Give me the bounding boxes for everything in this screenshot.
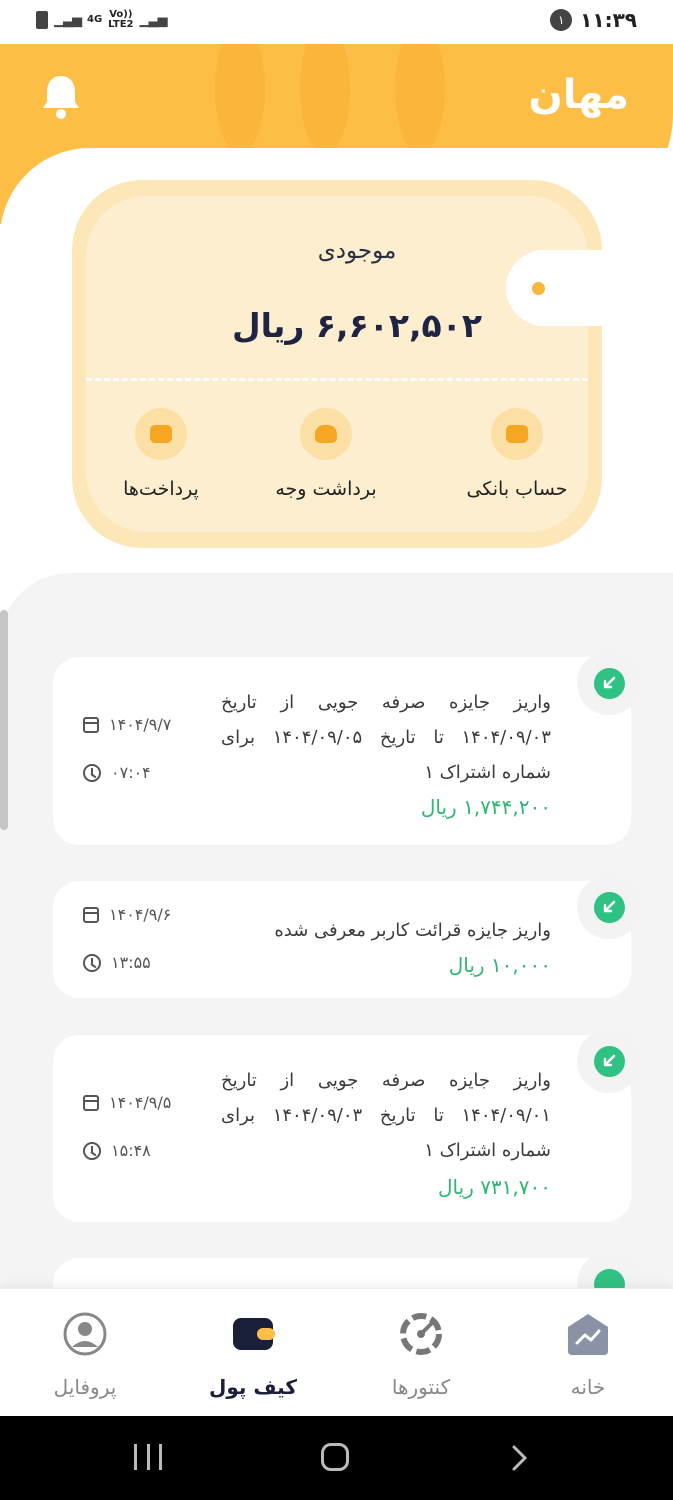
calendar-icon <box>83 1094 99 1111</box>
bank-account-button[interactable]: حساب بانکی <box>442 408 592 500</box>
wallet-card: موجودی ۶,۶۰۲,۵۰۲ ریال حساب بانکی برداشت … <box>72 180 614 548</box>
transaction-time-value: ۱۳:۵۵ <box>111 953 151 972</box>
app-logo: مهان <box>528 72 629 118</box>
network-volte: Vo)) LTE2 <box>108 10 133 30</box>
recent-apps-icon[interactable] <box>134 1444 162 1470</box>
nav-home-label: خانه <box>570 1375 606 1399</box>
transaction-time: ۱۳:۵۵ <box>83 953 151 972</box>
payments-button[interactable]: پرداخت‌ها <box>86 408 236 500</box>
header-decoration <box>395 44 445 154</box>
nav-home[interactable]: خانه <box>513 1311 663 1399</box>
battery-icon <box>36 11 48 29</box>
withdraw-button[interactable]: برداشت وجه <box>251 408 401 500</box>
transaction-card[interactable]: واریز جایزه قرائت کاربر معرفی شده ۱۰,۰۰۰… <box>53 875 641 998</box>
deposit-arrow-icon <box>593 891 625 923</box>
balance-label: موجودی <box>317 238 397 264</box>
transaction-date: ۱۴۰۴/۹/۵ <box>83 1093 171 1112</box>
clock-icon <box>83 763 101 782</box>
nav-profile[interactable]: پروفایل <box>10 1311 160 1399</box>
wallet-withdraw-icon <box>300 408 352 460</box>
status-bar: ▁▃▅ 4G Vo)) LTE2 ▁▃▅ ۱ ۱۱:۳۹ <box>0 0 673 44</box>
transaction-date-value: ۱۴۰۴/۹/۵ <box>109 1093 172 1112</box>
transaction-amount: ۷۳۱,۷۰۰ ریال <box>437 1175 551 1199</box>
transaction-date: ۱۴۰۴/۹/۷ <box>83 715 171 734</box>
network-indicator: 4G <box>87 15 102 25</box>
nav-profile-label: پروفایل <box>53 1375 117 1399</box>
wallet-icon <box>230 1311 276 1357</box>
deposit-badge <box>577 1029 641 1093</box>
home-button-icon[interactable] <box>321 1443 349 1471</box>
transaction-date: ۱۴۰۴/۹/۶ <box>83 905 171 924</box>
header-decoration <box>215 44 265 154</box>
nav-meters[interactable]: کنتورها <box>346 1311 496 1399</box>
nav-wallet[interactable]: کیف پول <box>178 1311 328 1399</box>
network-4g-label: 4G <box>87 14 103 25</box>
back-chevron-icon[interactable] <box>508 1444 530 1472</box>
transaction-description: واریز جایزه قرائت کاربر معرفی شده <box>274 920 551 941</box>
deposit-badge <box>577 651 641 715</box>
home-chart-icon <box>565 1311 611 1357</box>
transaction-time-value: ۰۷:۰۴ <box>111 763 151 782</box>
notification-bell-icon[interactable] <box>40 72 82 122</box>
transaction-time-value: ۱۵:۴۸ <box>111 1141 151 1160</box>
transaction-date-value: ۱۴۰۴/۹/۷ <box>109 715 172 734</box>
transaction-date-value: ۱۴۰۴/۹/۶ <box>109 905 172 924</box>
transaction-time: ۰۷:۰۴ <box>83 763 151 782</box>
wallet-clasp <box>506 250 614 326</box>
payments-list-icon <box>135 408 187 460</box>
transaction-amount: ۱,۷۴۴,۲۰۰ ریال <box>420 795 551 819</box>
signal-icon-2: ▁▃▅ <box>139 12 168 28</box>
transaction-description: واریز جایزه صرفه جویی از تاریخ ۱۴۰۴/۰۹/۰… <box>221 1070 551 1161</box>
header-decoration <box>300 44 350 154</box>
transaction-card[interactable]: واریز جایزه صرفه جویی از تاریخ ۱۴۰۴/۰۹/۰… <box>53 651 641 845</box>
bottom-navigation: خانه کنتورها کیف پول پروفایل <box>0 1288 673 1416</box>
clasp-dot <box>532 282 545 295</box>
scrollbar[interactable] <box>0 610 8 830</box>
status-right: ۱ ۱۱:۳۹ <box>550 8 637 32</box>
transaction-description: واریز جایزه صرفه جویی از تاریخ ۱۴۰۴/۰۹/۰… <box>221 692 551 783</box>
notification-count-badge: ۱ <box>550 9 573 31</box>
gauge-icon <box>398 1311 444 1357</box>
nav-wallet-label: کیف پول <box>209 1375 297 1399</box>
withdraw-label: برداشت وجه <box>275 478 377 500</box>
bank-card-icon <box>491 408 543 460</box>
nav-meters-label: کنتورها <box>391 1375 451 1399</box>
calendar-icon <box>83 906 99 923</box>
lte-label: LTE2 <box>108 19 134 30</box>
clock-icon <box>83 1141 101 1160</box>
transaction-time: ۱۵:۴۸ <box>83 1141 151 1160</box>
deposit-arrow-icon <box>593 1045 625 1077</box>
wallet-divider <box>86 378 588 381</box>
wallet-card-inner: موجودی ۶,۶۰۲,۵۰۲ ریال حساب بانکی برداشت … <box>86 196 588 532</box>
transaction-card[interactable]: واریز جایزه صرفه جویی از تاریخ ۱۴۰۴/۰۹/۰… <box>53 1029 641 1222</box>
status-time: ۱۱:۳۹ <box>580 8 637 32</box>
profile-icon <box>62 1311 108 1357</box>
clock-icon <box>83 953 101 972</box>
signal-icon: ▁▃▅ <box>54 12 82 28</box>
deposit-arrow-icon <box>593 667 625 699</box>
bank-account-label: حساب بانکی <box>466 478 568 500</box>
status-left: ▁▃▅ 4G Vo)) LTE2 ▁▃▅ <box>36 10 168 30</box>
calendar-icon <box>83 716 99 733</box>
deposit-badge <box>577 875 641 939</box>
payments-label: پرداخت‌ها <box>123 478 199 500</box>
transaction-amount: ۱۰,۰۰۰ ریال <box>448 953 551 977</box>
balance-amount: ۶,۶۰۲,۵۰۲ ریال <box>232 306 482 345</box>
system-navigation-bar <box>0 1416 673 1500</box>
